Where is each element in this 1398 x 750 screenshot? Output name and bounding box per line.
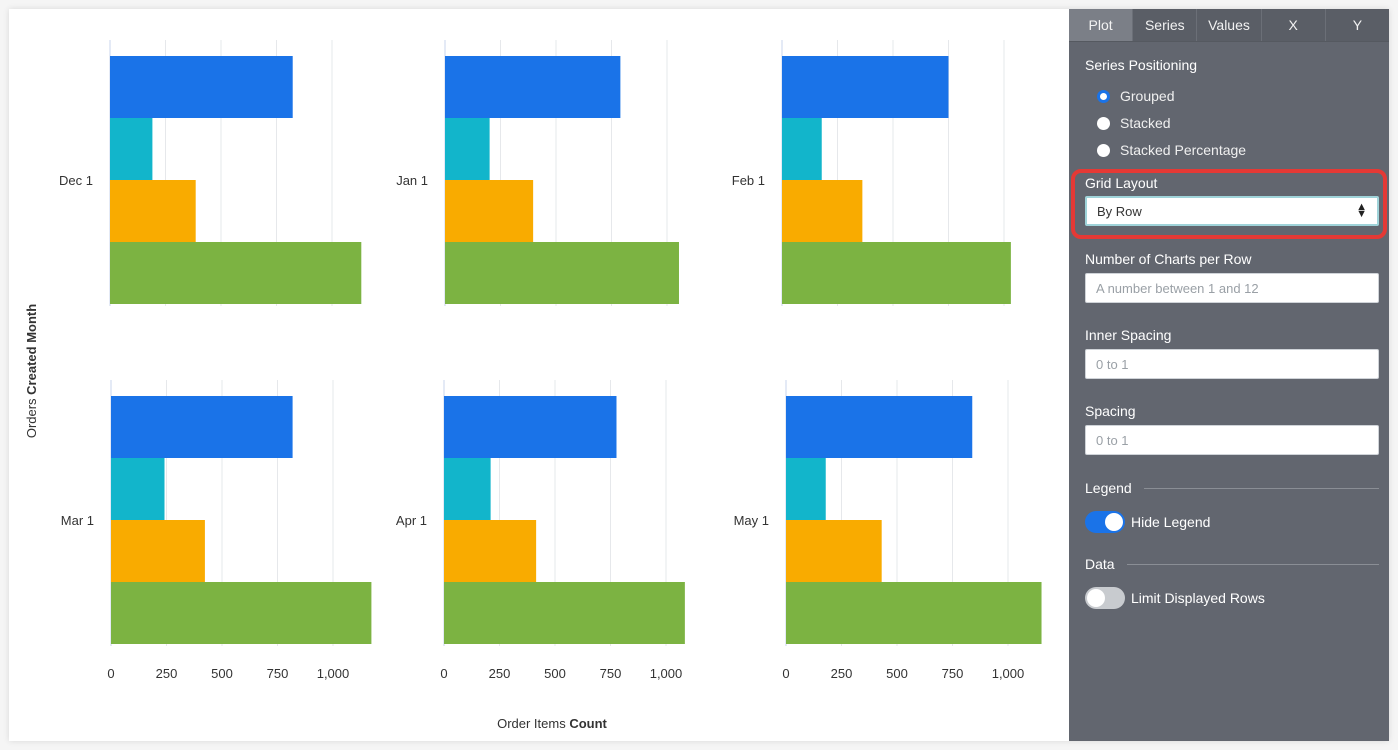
x-tick-label: 500 xyxy=(544,666,566,681)
select-arrows-icon: ▲ ▼ xyxy=(1356,201,1367,220)
divider xyxy=(1143,487,1379,489)
tab-series[interactable]: Series xyxy=(1133,9,1198,41)
bar-feb-1-series-1 xyxy=(782,56,949,118)
limit-rows-label: Limit Displayed Rows xyxy=(1131,590,1265,606)
bar-mar-1-series-1 xyxy=(111,396,293,458)
category-label: Jan 1 xyxy=(396,173,428,188)
spacing-input[interactable]: 0 to 1 xyxy=(1085,425,1379,455)
bar-dec-1-series-4 xyxy=(110,242,362,304)
limit-rows-row[interactable]: Limit Displayed Rows xyxy=(1085,587,1265,609)
bar-may-1-series-4 xyxy=(786,582,1042,644)
tab-plot[interactable]: Plot xyxy=(1069,9,1134,41)
toggle-knob xyxy=(1087,589,1105,607)
x-axis-title: Order Items Count xyxy=(497,716,607,731)
small-multiples-chart: Dec 1 Jan 1 Feb 1 Mar 1 0 250 500 750 1,000 Apr 1… xyxy=(24,40,1042,731)
tab-values[interactable]: Values xyxy=(1197,9,1262,41)
bar-mar-1-series-4 xyxy=(111,582,372,644)
tab-x[interactable]: X xyxy=(1262,9,1326,41)
bar-jan-1-series-3 xyxy=(445,180,534,242)
bar-may-1-series-2 xyxy=(786,458,826,520)
bar-dec-1-series-3 xyxy=(110,180,196,242)
bar-jan-1-series-4 xyxy=(445,242,679,304)
bar-may-1-series-1 xyxy=(786,396,973,458)
hide-legend-toggle[interactable] xyxy=(1085,511,1125,533)
bar-mar-1-series-2 xyxy=(111,458,165,520)
radio-stacked-percentage[interactable]: Stacked Percentage xyxy=(1097,142,1246,158)
spacing-placeholder: 0 to 1 xyxy=(1096,432,1129,448)
bar-apr-1-series-4 xyxy=(444,582,685,644)
x-tick-label: 500 xyxy=(211,666,233,681)
grid-layout-value: By Row xyxy=(1097,203,1142,219)
inner-spacing-input[interactable]: 0 to 1 xyxy=(1085,349,1379,379)
y-axis-title: Orders Created Month xyxy=(24,304,39,438)
bar-may-1-series-3 xyxy=(786,520,882,582)
bar-feb-1-series-3 xyxy=(782,180,863,242)
radio-stacked-label: Stacked xyxy=(1120,115,1171,131)
hide-legend-row[interactable]: Hide Legend xyxy=(1085,511,1210,533)
tab-y[interactable]: Y xyxy=(1326,9,1389,41)
bar-jan-1-series-1 xyxy=(445,56,621,118)
x-tick-label: 1,000 xyxy=(317,666,350,681)
bar-feb-1-series-2 xyxy=(782,118,822,180)
x-tick-label: 1,000 xyxy=(650,666,683,681)
radio-stacked-percentage-label: Stacked Percentage xyxy=(1120,142,1247,158)
category-label: Mar 1 xyxy=(61,513,94,528)
bar-mar-1-series-3 xyxy=(111,520,205,582)
radio-grouped[interactable]: Grouped xyxy=(1097,88,1174,104)
charts-per-row-label: Number of Charts per Row xyxy=(1085,251,1252,267)
x-tick-label: 250 xyxy=(489,666,511,681)
inner-spacing-placeholder: 0 to 1 xyxy=(1096,356,1129,372)
category-label: Apr 1 xyxy=(396,513,427,528)
x-tick-label: 750 xyxy=(600,666,622,681)
bar-dec-1-series-2 xyxy=(110,118,153,180)
hide-legend-label: Hide Legend xyxy=(1131,514,1211,530)
divider xyxy=(1126,563,1379,565)
data-section-label: Data xyxy=(1085,556,1115,572)
grid-layout-label: Grid Layout xyxy=(1085,175,1158,191)
visualization-card: Dec 1 Jan 1 Feb 1 Mar 1 0 250 500 750 1,000 Apr 1… xyxy=(9,9,1389,741)
category-label: Feb 1 xyxy=(732,173,765,188)
bar-apr-1-series-1 xyxy=(444,396,617,458)
bar-feb-1-series-4 xyxy=(782,242,1011,304)
x-tick-label: 250 xyxy=(156,666,178,681)
x-tick-label: 500 xyxy=(886,666,908,681)
x-tick-label: 750 xyxy=(942,666,964,681)
legend-section-header: Legend xyxy=(1085,480,1379,496)
inner-spacing-label: Inner Spacing xyxy=(1085,327,1172,343)
bar-jan-1-series-2 xyxy=(445,118,490,180)
grid-layout-select[interactable]: By Row ▲ ▼ xyxy=(1085,196,1379,226)
panel-tabs: Plot Series Values X Y xyxy=(1069,9,1389,42)
legend-section-label: Legend xyxy=(1085,480,1132,496)
x-tick-label: 0 xyxy=(107,666,114,681)
chart-area: Dec 1 Jan 1 Feb 1 Mar 1 0 250 500 750 1,000 Apr 1… xyxy=(9,9,1069,741)
series-positioning-label: Series Positioning xyxy=(1085,57,1198,73)
spacing-label: Spacing xyxy=(1085,403,1136,419)
x-tick-label: 0 xyxy=(782,666,789,681)
data-section-header: Data xyxy=(1085,556,1379,572)
limit-rows-toggle[interactable] xyxy=(1085,587,1125,609)
charts-per-row-placeholder: A number between 1 and 12 xyxy=(1096,280,1259,296)
settings-panel: Plot Series Values X Y Series Positionin… xyxy=(1069,9,1389,741)
radio-stacked[interactable]: Stacked xyxy=(1097,115,1171,131)
radio-unchecked-icon[interactable] xyxy=(1097,116,1110,130)
bar-apr-1-series-3 xyxy=(444,520,537,582)
charts-per-row-input[interactable]: A number between 1 and 12 xyxy=(1085,273,1379,303)
toggle-knob xyxy=(1105,513,1123,531)
radio-checked-icon[interactable] xyxy=(1097,89,1110,103)
x-tick-label: 0 xyxy=(440,666,447,681)
radio-unchecked-icon[interactable] xyxy=(1097,143,1110,157)
x-tick-label: 250 xyxy=(831,666,853,681)
radio-grouped-label: Grouped xyxy=(1120,88,1175,104)
x-tick-label: 750 xyxy=(267,666,289,681)
bar-dec-1-series-1 xyxy=(110,56,293,118)
category-label: May 1 xyxy=(734,513,769,528)
x-tick-label: 1,000 xyxy=(992,666,1025,681)
bar-apr-1-series-2 xyxy=(444,458,491,520)
category-label: Dec 1 xyxy=(59,173,93,188)
